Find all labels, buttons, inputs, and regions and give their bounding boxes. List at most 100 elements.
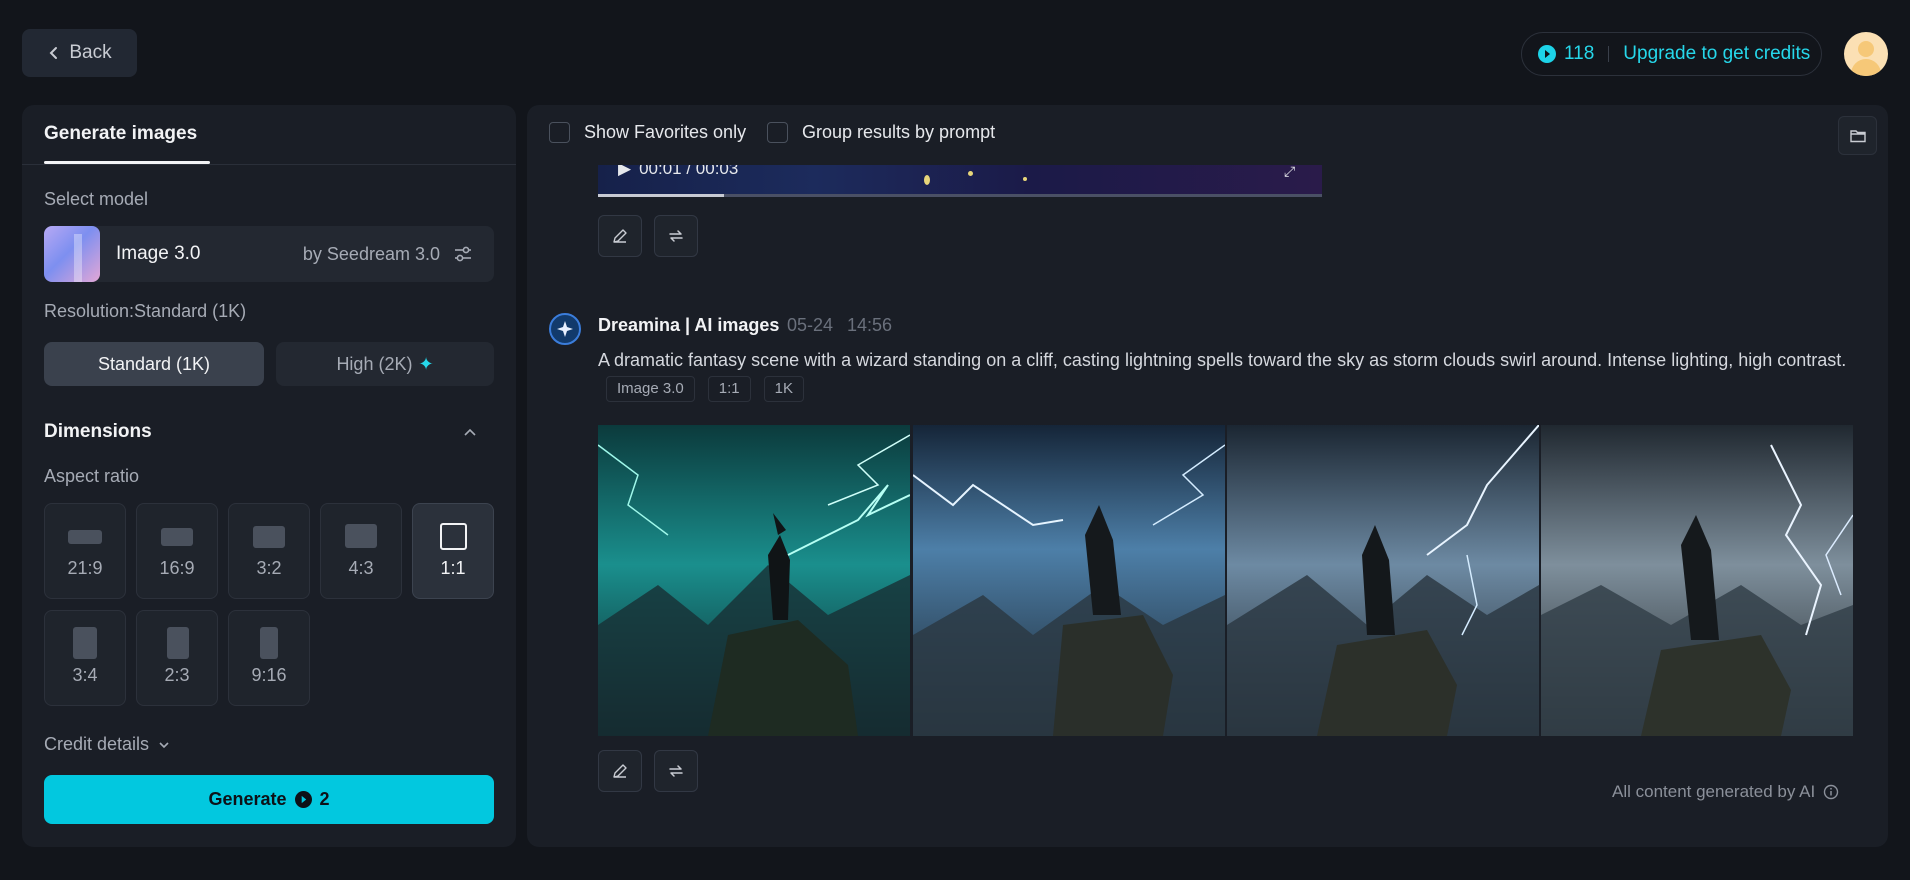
divider	[22, 164, 516, 165]
ratio-16-9[interactable]: 16:9	[136, 503, 218, 599]
ratio-label: 3:4	[72, 665, 98, 685]
regenerate-button[interactable]	[654, 215, 698, 257]
aspect-ratio-label: Aspect ratio	[44, 466, 140, 486]
ratio-label: 9:16	[251, 665, 287, 685]
group-results-label: Group results by prompt	[802, 122, 996, 142]
tag-model: Image 3.0	[606, 376, 695, 403]
tag-resolution: 1K	[763, 376, 804, 403]
ratio-label: 16:9	[159, 558, 195, 578]
folder-button[interactable]	[1838, 116, 1877, 155]
ratio-label: 4:3	[348, 558, 374, 578]
play-icon[interactable]: ▶	[618, 165, 631, 179]
model-selector[interactable]: Image 3.0 by Seedream 3.0	[44, 226, 494, 282]
decor-dot	[1023, 177, 1027, 181]
sliders-icon[interactable]	[452, 243, 474, 265]
back-label: Back	[69, 42, 112, 63]
resolution-high-button[interactable]: High (2K) ✦	[276, 342, 494, 386]
ratio-shape	[345, 524, 377, 548]
generated-image-3[interactable]	[1227, 425, 1539, 736]
video-player[interactable]: ▶ 00:01 / 00:03 ⤢	[598, 165, 1322, 197]
select-model-label: Select model	[44, 189, 149, 209]
folder-icon	[1849, 129, 1866, 142]
ratio-shape	[167, 627, 189, 659]
resolution-high-label: High (2K)	[336, 353, 413, 374]
ratio-label: 2:3	[164, 665, 190, 685]
model-thumbnail	[44, 226, 100, 282]
credit-details-toggle[interactable]: Credit details	[44, 734, 171, 755]
ratio-shape	[73, 627, 97, 659]
results-panel: Show Favorites only Group results by pro…	[527, 105, 1888, 847]
checkbox[interactable]	[767, 122, 788, 143]
ratio-4-3[interactable]: 4:3	[320, 503, 402, 599]
ratio-3-2[interactable]: 3:2	[228, 503, 310, 599]
ratio-9-16[interactable]: 9:16	[228, 610, 310, 706]
checkbox[interactable]	[549, 122, 570, 143]
generation-date: 05-24	[787, 315, 834, 335]
decor-dot	[968, 171, 973, 176]
credit-details-label: Credit details	[44, 734, 150, 754]
ai-disclaimer-label: All content generated by AI	[1612, 782, 1816, 801]
group-by-prompt-checkbox[interactable]: Group results by prompt	[767, 122, 995, 143]
ratio-shape	[161, 528, 193, 546]
ratio-21-9[interactable]: 21:9	[44, 503, 126, 599]
prompt-text: A dramatic fantasy scene with a wizard s…	[598, 346, 1868, 403]
divider	[1608, 46, 1610, 62]
show-favorites-checkbox[interactable]: Show Favorites only	[549, 122, 746, 143]
ratio-label: 1:1	[440, 558, 466, 578]
avatar[interactable]	[1844, 32, 1888, 76]
generate-label: Generate	[208, 789, 287, 809]
avatar-body	[1851, 59, 1881, 76]
resolution-standard-label: Standard (1K)	[97, 353, 211, 374]
back-button[interactable]: Back	[22, 29, 137, 77]
regenerate-button[interactable]	[654, 750, 698, 792]
pencil-icon	[613, 764, 627, 778]
video-progress-fill	[598, 194, 724, 197]
credit-coin-icon	[294, 791, 312, 808]
resolution-label: Resolution:Standard (1K)	[44, 301, 247, 321]
model-provider: by Seedream 3.0	[302, 243, 440, 264]
dreamina-logo-icon	[549, 313, 581, 345]
upgrade-link[interactable]: Upgrade to get credits	[1623, 43, 1810, 65]
generation-time: 14:56	[847, 315, 893, 335]
repeat-icon	[669, 230, 683, 242]
generate-panel: Generate images Select model Image 3.0 b…	[22, 105, 516, 847]
edit-button[interactable]	[598, 215, 642, 257]
bot-name: Dreamina | AI images	[598, 315, 780, 335]
sparkle-icon: ✦	[418, 353, 434, 374]
generated-image-1[interactable]	[598, 425, 910, 736]
ratio-label: 3:2	[256, 558, 282, 578]
generated-image-2[interactable]	[913, 425, 1225, 736]
ratio-shape	[440, 523, 467, 550]
dimensions-title: Dimensions	[44, 421, 152, 442]
ratio-label: 21:9	[67, 558, 103, 578]
avatar-head	[1858, 41, 1874, 57]
decor-dot	[924, 175, 930, 185]
chevron-up-icon[interactable]	[462, 425, 478, 441]
pencil-icon	[613, 229, 627, 243]
credit-coin-icon	[1538, 45, 1556, 63]
ratio-2-3[interactable]: 2:3	[136, 610, 218, 706]
edit-button[interactable]	[598, 750, 642, 792]
credits-pill[interactable]: 118 Upgrade to get credits	[1521, 32, 1822, 76]
ratio-shape	[68, 530, 102, 544]
ratio-1-1[interactable]: 1:1	[412, 503, 494, 599]
tab-generate-images[interactable]: Generate images	[44, 123, 197, 145]
tag-ratio: 1:1	[707, 376, 751, 403]
credits-count: 118	[1564, 43, 1595, 64]
chevron-left-icon	[49, 47, 58, 59]
model-name: Image 3.0	[116, 243, 201, 264]
generate-button[interactable]: Generate 2	[44, 775, 494, 824]
prompt-body: A dramatic fantasy scene with a wizard s…	[598, 350, 1847, 370]
generate-cost: 2	[319, 789, 330, 809]
resolution-standard-button[interactable]: Standard (1K)	[44, 342, 264, 386]
info-icon[interactable]	[1823, 784, 1839, 800]
show-favorites-label: Show Favorites only	[584, 122, 747, 142]
chevron-down-icon	[159, 741, 169, 748]
generated-image-4[interactable]	[1541, 425, 1853, 736]
ratio-3-4[interactable]: 3:4	[44, 610, 126, 706]
ratio-shape	[253, 526, 285, 548]
fullscreen-icon[interactable]: ⤢	[1284, 165, 1295, 180]
video-time: ▶ 00:01 / 00:03	[618, 165, 738, 179]
ai-disclaimer: All content generated by AI	[1612, 782, 1839, 802]
video-time-label: 00:01 / 00:03	[639, 165, 739, 178]
